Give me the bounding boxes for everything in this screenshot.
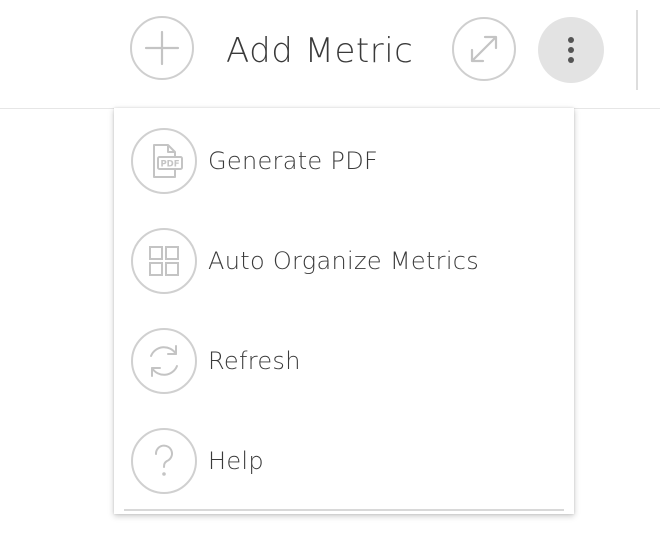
dashboard-page: Add Metric PDF Generate PDF Auto Organiz… bbox=[0, 0, 660, 541]
menu-item-label: Help bbox=[208, 447, 264, 475]
grid-icon bbox=[131, 228, 197, 294]
toolbar: Add Metric bbox=[0, 0, 660, 109]
menu-item-label: Auto Organize Metrics bbox=[208, 247, 480, 275]
menu-item-auto-organize-metrics[interactable]: Auto Organize Metrics bbox=[114, 210, 574, 310]
plus-icon bbox=[144, 30, 180, 66]
toolbar-divider bbox=[636, 10, 638, 90]
pdf-file-icon: PDF bbox=[131, 128, 197, 194]
refresh-icon bbox=[131, 328, 197, 394]
add-metric-button[interactable] bbox=[130, 16, 194, 80]
svg-text:PDF: PDF bbox=[160, 160, 179, 170]
menu-item-label: Refresh bbox=[208, 347, 301, 375]
options-dropdown-menu: PDF Generate PDF Auto Organize Metrics R… bbox=[114, 108, 574, 514]
expand-arrows-icon bbox=[470, 35, 498, 63]
menu-item-refresh[interactable]: Refresh bbox=[114, 310, 574, 410]
menu-divider bbox=[124, 509, 564, 511]
expand-button[interactable] bbox=[452, 17, 516, 81]
more-options-button[interactable] bbox=[538, 17, 604, 83]
menu-item-help[interactable]: Help bbox=[114, 410, 574, 510]
question-mark-icon bbox=[131, 428, 197, 494]
add-metric-label[interactable]: Add Metric bbox=[226, 28, 413, 74]
vertical-dots-icon bbox=[568, 37, 574, 63]
menu-item-label: Generate PDF bbox=[208, 147, 379, 175]
menu-item-generate-pdf[interactable]: PDF Generate PDF bbox=[114, 110, 574, 210]
